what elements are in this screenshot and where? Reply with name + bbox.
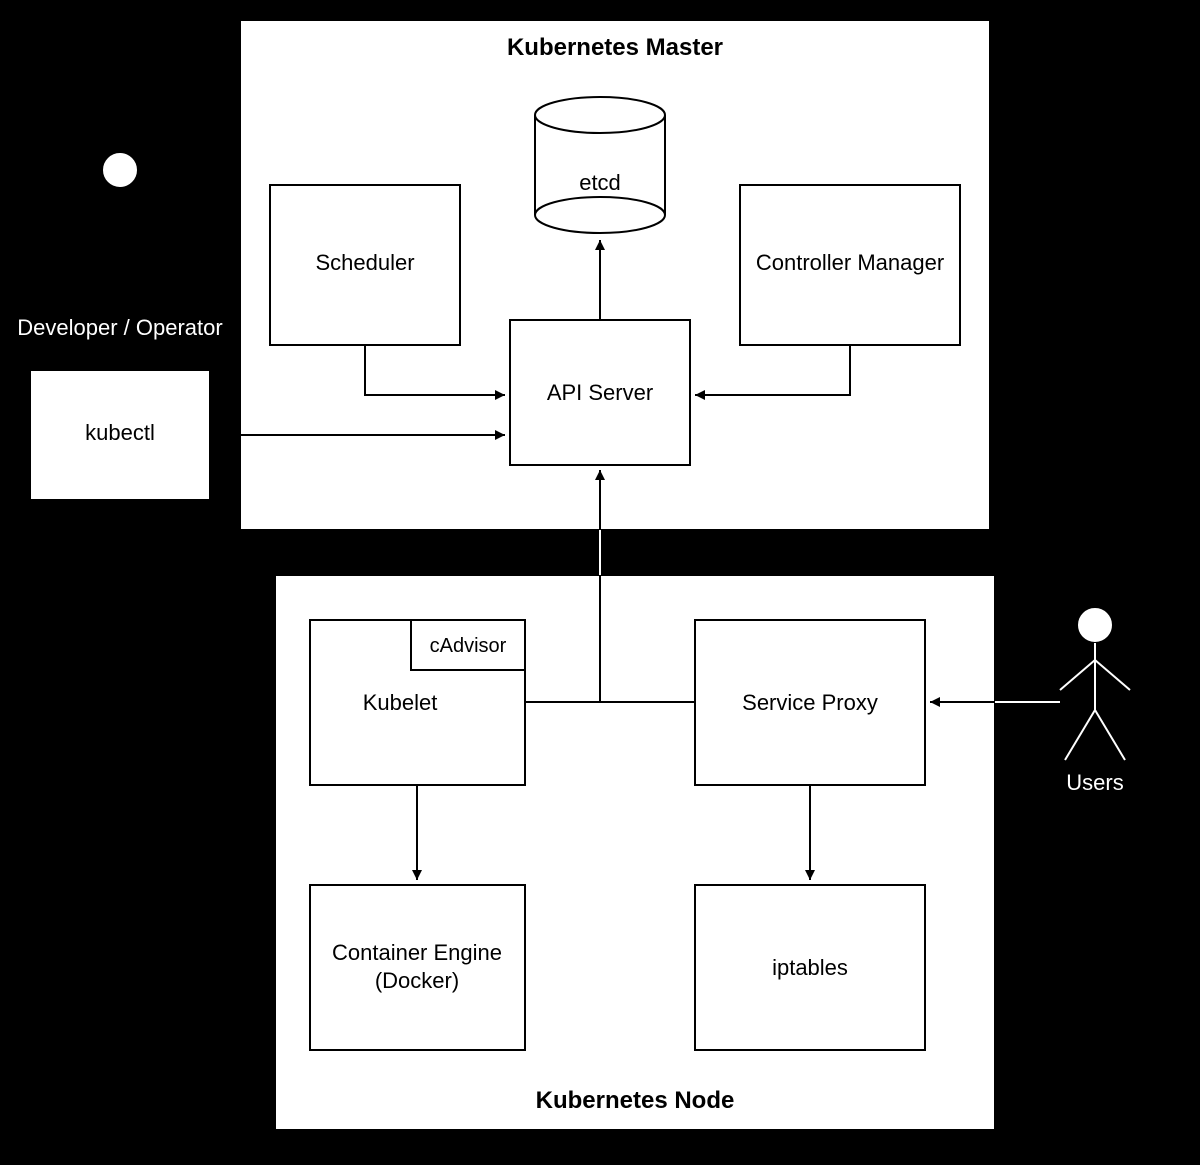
developer-icon bbox=[85, 152, 155, 305]
kubectl-label: kubectl bbox=[85, 420, 155, 445]
users-icon bbox=[1060, 607, 1130, 760]
controller-manager-label: Controller Manager bbox=[756, 250, 944, 275]
api-server-label: API Server bbox=[547, 380, 653, 405]
node-title: Kubernetes Node bbox=[536, 1087, 735, 1114]
users-label: Users bbox=[1066, 770, 1123, 795]
scheduler-label: Scheduler bbox=[315, 250, 414, 275]
architecture-diagram: Kubernetes Master etcd Scheduler Control… bbox=[0, 0, 1200, 1165]
container-engine-label-2: (Docker) bbox=[375, 968, 459, 993]
service-proxy-label: Service Proxy bbox=[742, 690, 878, 715]
master-title: Kubernetes Master bbox=[507, 34, 723, 61]
kubelet-label: Kubelet bbox=[363, 690, 438, 715]
etcd-cylinder: etcd bbox=[535, 97, 665, 233]
container-engine-label-1: Container Engine bbox=[332, 940, 502, 965]
iptables-label: iptables bbox=[772, 955, 848, 980]
cadvisor-label: cAdvisor bbox=[430, 635, 507, 657]
etcd-label: etcd bbox=[579, 170, 621, 195]
